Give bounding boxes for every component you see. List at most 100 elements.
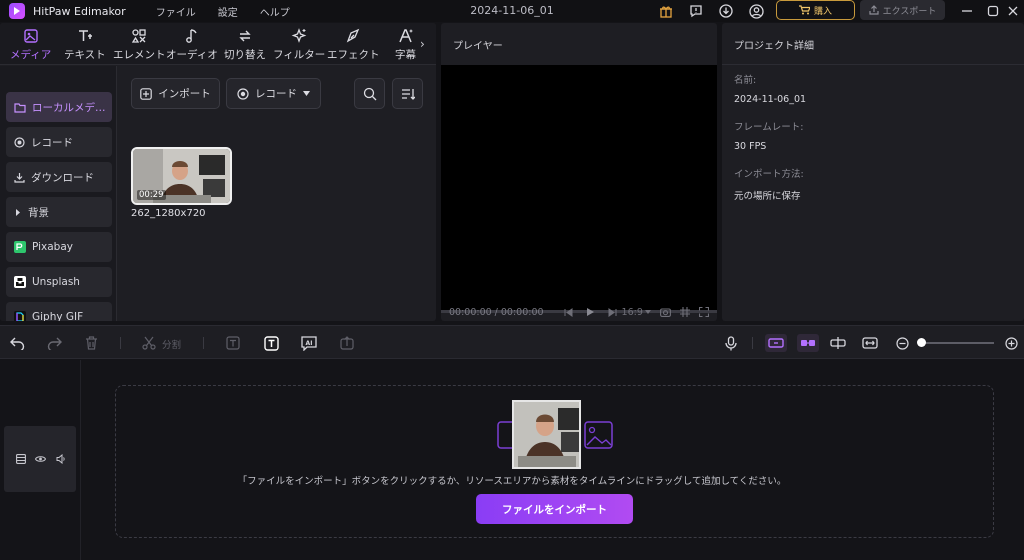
add-text-icon[interactable] bbox=[262, 334, 280, 352]
film-track-icon[interactable] bbox=[16, 454, 26, 464]
tab-filter[interactable]: フィルター bbox=[273, 28, 325, 62]
close-icon[interactable] bbox=[1004, 2, 1022, 20]
sidebar-item-background[interactable]: 背景 bbox=[6, 197, 112, 227]
next-frame-icon[interactable] bbox=[608, 307, 617, 317]
fullscreen-icon[interactable] bbox=[698, 307, 709, 317]
player-screen[interactable] bbox=[441, 65, 717, 310]
download-icon[interactable] bbox=[717, 2, 735, 20]
account-icon[interactable] bbox=[747, 2, 765, 20]
project-name-label: 名前: bbox=[734, 75, 757, 86]
tab-subtitle[interactable]: 字幕 bbox=[395, 28, 416, 62]
sidebar-item-giphy[interactable]: Giphy GIF bbox=[6, 302, 112, 321]
tab-effect[interactable]: エフェクト bbox=[327, 28, 380, 62]
export-button[interactable]: エクスポート bbox=[860, 0, 945, 20]
transition-icon bbox=[239, 30, 251, 42]
sidebar-item-local-media[interactable]: ローカルメデ… bbox=[6, 92, 112, 122]
timeline-area: 「ファイルをインポート」ボタンをクリックするか、リソースエリアから素材をタイムラ… bbox=[0, 360, 1024, 560]
eye-icon[interactable] bbox=[35, 455, 46, 463]
microphone-icon[interactable] bbox=[722, 334, 740, 352]
maximize-icon[interactable] bbox=[984, 2, 1002, 20]
zoom-in-icon[interactable] bbox=[1002, 334, 1020, 352]
grid-icon[interactable] bbox=[679, 307, 690, 317]
player-panel: プレイヤー 00:00:00 / 00:00:00 16:9 bbox=[441, 23, 717, 321]
split-icon[interactable] bbox=[140, 334, 158, 352]
import-file-button[interactable]: ファイルをインポート bbox=[476, 494, 633, 524]
record-icon bbox=[14, 136, 25, 148]
folder-icon bbox=[14, 102, 26, 113]
tabs-scroll-right-icon[interactable]: › bbox=[420, 37, 425, 51]
media-item-name: 262_1280x720 bbox=[131, 208, 206, 219]
redo-icon[interactable] bbox=[45, 334, 63, 352]
player-controls: 00:00:00 / 00:00:00 16:9 bbox=[441, 301, 717, 321]
tab-transition-label: 切り替え bbox=[224, 49, 266, 61]
zoom-out-icon[interactable] bbox=[893, 334, 911, 352]
play-icon[interactable] bbox=[586, 307, 595, 317]
project-details-panel: プロジェクト詳細 名前: 2024-11-06_01 フレームレート: 30 F… bbox=[722, 23, 1024, 321]
previous-frame-icon[interactable] bbox=[564, 307, 573, 317]
tab-audio[interactable]: オーディオ bbox=[166, 28, 218, 62]
magnet-snap-icon[interactable] bbox=[765, 334, 787, 352]
sidebar-item-label: Unsplash bbox=[32, 276, 80, 288]
zoom-slider-handle[interactable] bbox=[917, 338, 926, 347]
import-label: インポート bbox=[158, 88, 211, 100]
app-name: HitPaw Edimakor bbox=[33, 4, 126, 18]
sidebar-item-pixabay[interactable]: Pixabay bbox=[6, 232, 112, 262]
text-box-icon[interactable] bbox=[224, 334, 242, 352]
text-icon bbox=[78, 30, 92, 41]
cart-icon bbox=[798, 5, 810, 15]
split-label[interactable]: 分割 bbox=[162, 337, 181, 351]
tab-media[interactable]: メディア bbox=[10, 28, 51, 62]
tab-audio-label: オーディオ bbox=[166, 49, 218, 61]
buy-label: 購入 bbox=[813, 6, 832, 17]
media-item-duration: 00:29 bbox=[137, 190, 166, 200]
record-dropdown[interactable]: レコード bbox=[226, 78, 321, 109]
sidebar-item-label: レコード bbox=[31, 136, 73, 149]
export-clip-icon[interactable] bbox=[338, 334, 356, 352]
player-time-current: 00:00:00 bbox=[449, 306, 492, 318]
menu-file[interactable]: ファイル bbox=[156, 4, 196, 19]
menu-settings[interactable]: 設定 bbox=[218, 4, 238, 19]
chevron-down-icon bbox=[303, 91, 310, 96]
fit-timeline-icon[interactable] bbox=[861, 334, 879, 352]
media-item-thumbnail[interactable]: 00:29 bbox=[131, 147, 232, 205]
tab-transition[interactable]: 切り替え bbox=[224, 28, 266, 62]
undo-icon[interactable] bbox=[8, 334, 26, 352]
tab-text[interactable]: テキスト bbox=[64, 28, 106, 62]
buy-button[interactable]: 購入 bbox=[776, 0, 855, 20]
divider bbox=[752, 337, 753, 349]
sidebar-item-record[interactable]: レコード bbox=[6, 127, 112, 157]
sidebar-item-download[interactable]: ダウンロード bbox=[6, 162, 112, 192]
caret-right-icon bbox=[16, 208, 20, 216]
player-time-separator: / bbox=[494, 306, 498, 318]
sidebar-item-unsplash[interactable]: Unsplash bbox=[6, 267, 112, 297]
search-button[interactable] bbox=[354, 78, 385, 109]
sidebar-item-label: ダウンロード bbox=[31, 171, 94, 184]
sort-icon bbox=[401, 88, 415, 100]
menu-help[interactable]: ヘルプ bbox=[260, 4, 290, 19]
zoom-slider-track[interactable] bbox=[921, 342, 994, 344]
sidebar-item-label: ローカルメデ… bbox=[32, 101, 106, 114]
clip-trim-icon[interactable] bbox=[829, 334, 847, 352]
giphy-icon bbox=[14, 311, 26, 321]
record-label: レコード bbox=[255, 88, 297, 100]
feedback-icon[interactable] bbox=[687, 2, 705, 20]
export-label: エクスポート bbox=[882, 6, 937, 17]
tab-filter-label: フィルター bbox=[273, 49, 326, 61]
effect-icon bbox=[347, 28, 360, 43]
ai-caption-icon[interactable]: AI bbox=[300, 334, 318, 352]
snapshot-icon[interactable] bbox=[659, 307, 671, 317]
import-method-value: 元の場所に保存 bbox=[734, 191, 801, 202]
gift-icon[interactable] bbox=[657, 2, 675, 20]
tab-element[interactable]: エレメント bbox=[113, 28, 166, 62]
aspect-ratio-dropdown[interactable]: 16:9 bbox=[622, 307, 643, 318]
link-clips-icon[interactable] bbox=[797, 334, 819, 352]
delete-icon[interactable] bbox=[82, 334, 100, 352]
export-icon bbox=[869, 5, 879, 15]
speaker-icon[interactable] bbox=[56, 454, 66, 464]
framerate-label: フレームレート: bbox=[734, 122, 804, 133]
import-button[interactable]: インポート bbox=[131, 78, 220, 109]
sort-button[interactable] bbox=[392, 78, 423, 109]
minimize-icon[interactable] bbox=[958, 2, 976, 20]
plus-box-icon bbox=[140, 87, 153, 100]
drop-hint-text: 「ファイルをインポート」ボタンをクリックするか、リソースエリアから素材をタイムラ… bbox=[237, 476, 787, 487]
